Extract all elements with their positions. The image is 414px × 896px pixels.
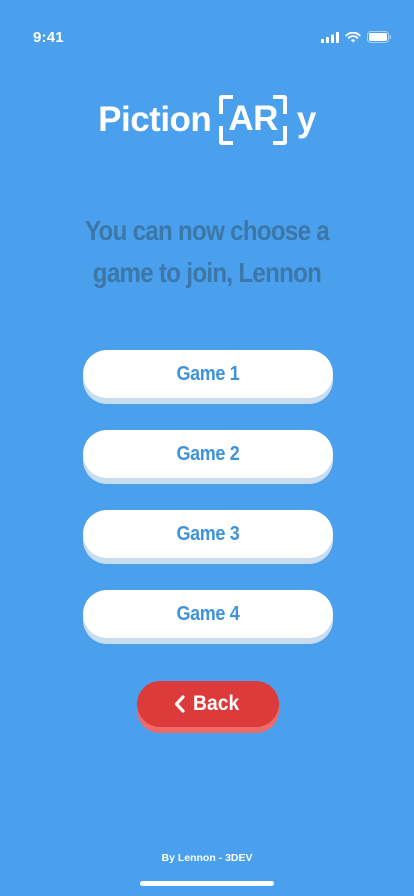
game-1-button[interactable]: Game 1 bbox=[83, 350, 333, 398]
game-2-label: Game 2 bbox=[176, 442, 240, 465]
status-bar: 9:41 bbox=[0, 0, 414, 60]
logo-boxed-text: AR bbox=[228, 99, 278, 138]
game-4-label: Game 4 bbox=[176, 602, 240, 625]
headline-line-2: game to join, Lennon bbox=[92, 257, 322, 288]
game-1-label: Game 1 bbox=[176, 362, 240, 385]
logo-ar-frame: AR bbox=[219, 95, 287, 145]
home-indicator[interactable] bbox=[140, 881, 274, 886]
logo-prefix: Piction bbox=[98, 100, 212, 139]
battery-icon bbox=[367, 31, 392, 43]
footer-credit: By Lennon - 3DEV bbox=[161, 852, 253, 864]
back-button[interactable]: Back bbox=[137, 681, 279, 727]
app-logo: Piction AR y bbox=[0, 95, 414, 145]
logo-suffix: y bbox=[296, 100, 316, 139]
cellular-signal-icon bbox=[321, 31, 339, 43]
back-button-label: Back bbox=[193, 692, 240, 715]
wifi-icon bbox=[345, 31, 361, 42]
game-3-button[interactable]: Game 3 bbox=[83, 510, 333, 558]
game-2-button[interactable]: Game 2 bbox=[83, 430, 333, 478]
status-icons bbox=[321, 31, 392, 43]
game-4-button[interactable]: Game 4 bbox=[83, 590, 333, 638]
page-headline: You can now choose a game to join, Lenno… bbox=[63, 210, 350, 294]
status-time: 9:41 bbox=[33, 29, 64, 46]
chevron-left-icon bbox=[174, 695, 185, 713]
headline-line-1: You can now choose a bbox=[84, 215, 330, 246]
game-3-label: Game 3 bbox=[176, 522, 240, 545]
